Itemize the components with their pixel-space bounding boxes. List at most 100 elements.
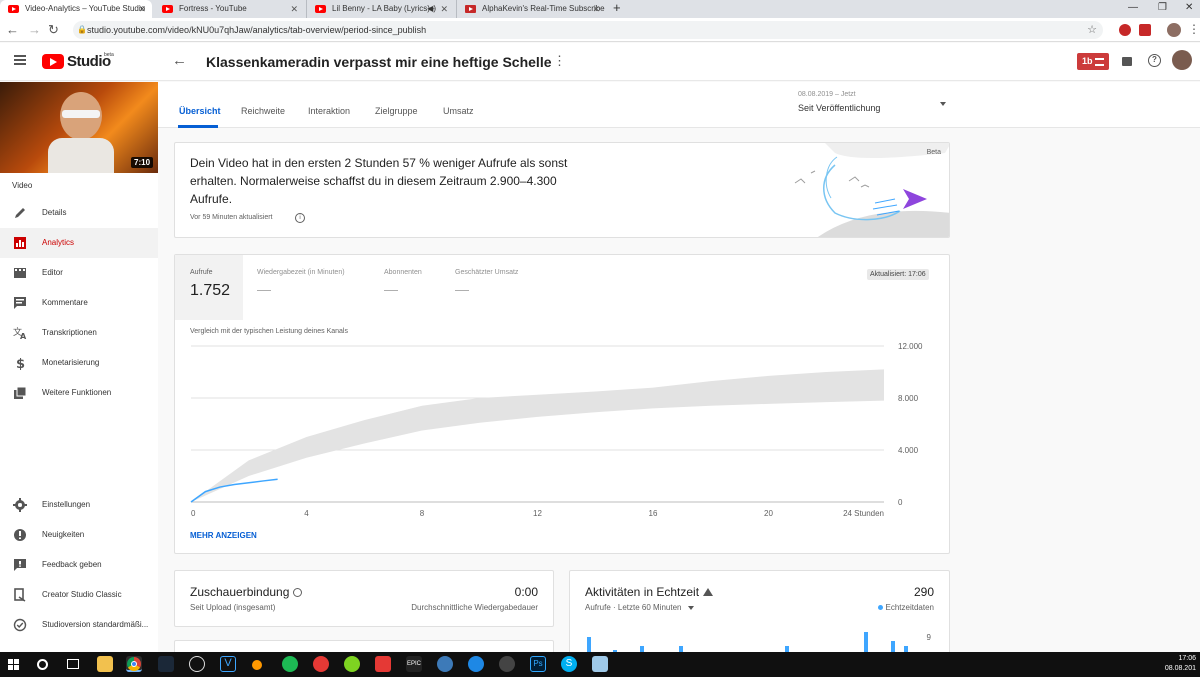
sidebar-item-studio-default[interactable]: Studioversion standardmäßi... [0,610,158,640]
reload-icon[interactable]: ↻ [48,21,59,39]
svg-text:$: $ [16,357,25,370]
close-tab-icon[interactable]: ✕ [440,0,448,18]
razer-icon[interactable] [344,656,360,672]
steam-icon[interactable] [158,656,174,672]
creator-badge-button[interactable]: 1b [1077,53,1109,70]
vegas-icon[interactable]: V [220,656,236,672]
clock-icon [293,588,302,597]
back-arrow-icon[interactable]: ← [6,21,19,39]
browser-tab[interactable]: Fortress - YouTube ✕ [154,0,304,18]
new-tab-button[interactable]: + [613,0,621,16]
app-icon[interactable] [375,656,391,672]
windows-start-icon[interactable] [8,659,19,670]
y-tick-label: 8.000 [898,394,919,403]
sidebar-item-more-features[interactable]: Weitere Funktionen [0,378,158,408]
system-clock[interactable]: 17:06 08.08.201 [1165,654,1196,674]
photoshop-icon[interactable]: Ps [530,656,546,672]
gear-icon [13,498,27,512]
typical-range-band [191,369,884,502]
x-tick-label: 16 [649,509,658,518]
app-icon[interactable] [592,656,608,672]
app-icon[interactable] [468,656,484,672]
xbox-icon[interactable] [189,656,205,672]
create-video-icon[interactable] [1122,57,1132,66]
skype-icon[interactable]: S [561,656,577,672]
insight-card: Dein Video hat in den ersten 2 Stunden 5… [174,142,950,238]
browser-tab[interactable]: Video-Analytics – YouTube Studio ✕ [0,0,152,18]
close-window-icon[interactable]: ✕ [1185,0,1193,16]
sidebar-item-comments[interactable]: Kommentare [0,288,158,318]
back-arrow-icon[interactable]: ← [172,52,187,69]
realtime-axis-max: 9 [926,633,931,642]
classic-icon [14,588,26,602]
app-icon[interactable] [499,656,515,672]
tab-engagement[interactable]: Interaktion [308,106,350,116]
tab-reach[interactable]: Reichweite [241,106,285,116]
hamburger-menu-icon[interactable] [14,55,26,65]
app-icon[interactable] [313,656,329,672]
x-tick-label: 0 [191,509,196,518]
svg-text:A: A [20,332,27,340]
minimize-window-icon[interactable]: — [1128,0,1138,16]
check-circle-icon [13,618,27,632]
video-thumbnail[interactable]: 7:10 [0,82,158,173]
app-icon[interactable] [252,660,262,670]
engagement-subtitle: Seit Upload (insgesamt) [190,603,276,612]
sidebar-item-analytics[interactable]: Analytics [0,228,158,258]
address-bar[interactable]: 🔒 studio.youtube.com/video/kNU0u7qhJaw/a… [73,21,1103,39]
close-tab-icon[interactable]: ✕ [592,0,600,18]
extension-icon[interactable] [1139,24,1151,36]
more-features-icon [14,386,27,399]
sidebar-item-monetization[interactable]: $ Monetarisierung [0,348,158,378]
more-options-icon[interactable]: ⋮ [553,53,566,69]
period-selector[interactable]: 08.08.2019 – Jetzt Seit Veröffentlichung [798,91,946,121]
browser-tab[interactable]: AlphaKevin's Real-Time Subscribe ✕ [456,0,606,18]
extension-icon[interactable] [1119,24,1131,36]
tab-audience[interactable]: Zielgruppe [375,106,418,116]
file-explorer-icon[interactable] [97,656,113,672]
maximize-window-icon[interactable]: ❐ [1158,0,1167,16]
chrome-icon[interactable] [126,656,142,672]
epic-games-icon[interactable]: EPIC [406,656,422,672]
spotify-icon[interactable] [282,656,298,672]
audio-playing-icon[interactable]: ◀) [427,0,436,18]
alert-icon [14,529,26,541]
tab-overview[interactable]: Übersicht [179,106,221,116]
sidebar-item-feedback[interactable]: Feedback geben [0,550,158,580]
views-series-line [190,478,278,503]
realtime-value: 290 [913,585,934,599]
bookmark-star-icon[interactable]: ☆ [1087,21,1097,39]
views-chart-card: Aufrufe 1.752 Wiedergabezeit (in Minuten… [174,254,950,554]
profile-avatar[interactable] [1167,23,1181,37]
active-tab-indicator [178,125,218,128]
section-label: Video [12,181,33,190]
info-icon[interactable]: i [295,213,305,223]
browser-tab[interactable]: Lil Benny - LA Baby (Lyrics) - ◀) ✕ [306,0,454,18]
sidebar-item-transcriptions[interactable]: 文A Transkriptionen [0,318,158,348]
engagement-card: Zuschauerbindung Seit Upload (insgesamt)… [174,570,554,627]
realtime-period-selector[interactable]: Aufrufe · Letzte 60 Minuten [585,603,694,612]
account-avatar[interactable] [1172,50,1192,70]
sidebar-item-news[interactable]: Neuigkeiten [0,520,158,550]
help-icon[interactable]: ? [1148,54,1161,67]
sidebar-item-settings[interactable]: Einstellungen [0,490,158,520]
tab-revenue[interactable]: Umsatz [443,106,474,116]
period-range: 08.08.2019 – Jetzt [798,91,856,98]
sidebar-item-details[interactable]: Details [0,198,158,228]
forward-arrow-icon[interactable]: → [28,21,41,39]
sidebar-item-editor[interactable]: Editor [0,258,158,288]
show-more-button[interactable]: MEHR ANZEIGEN [190,531,257,540]
app-icon[interactable] [437,656,453,672]
youtube-favicon-icon [8,5,19,13]
x-tick-label: 8 [420,509,425,518]
close-tab-icon[interactable]: ✕ [138,0,146,18]
warning-icon [703,588,713,596]
search-icon[interactable] [37,659,48,670]
sidebar-item-creator-studio-classic[interactable]: Creator Studio Classic [0,580,158,610]
studio-header: Studio beta ← Klassenkameradin verpasst … [0,43,1200,81]
close-tab-icon[interactable]: ✕ [290,0,298,18]
pencil-icon [15,208,25,218]
task-view-icon[interactable] [67,659,79,669]
y-tick-label: 4.000 [898,446,919,455]
browser-menu-icon[interactable]: ⋮ [1188,22,1200,36]
